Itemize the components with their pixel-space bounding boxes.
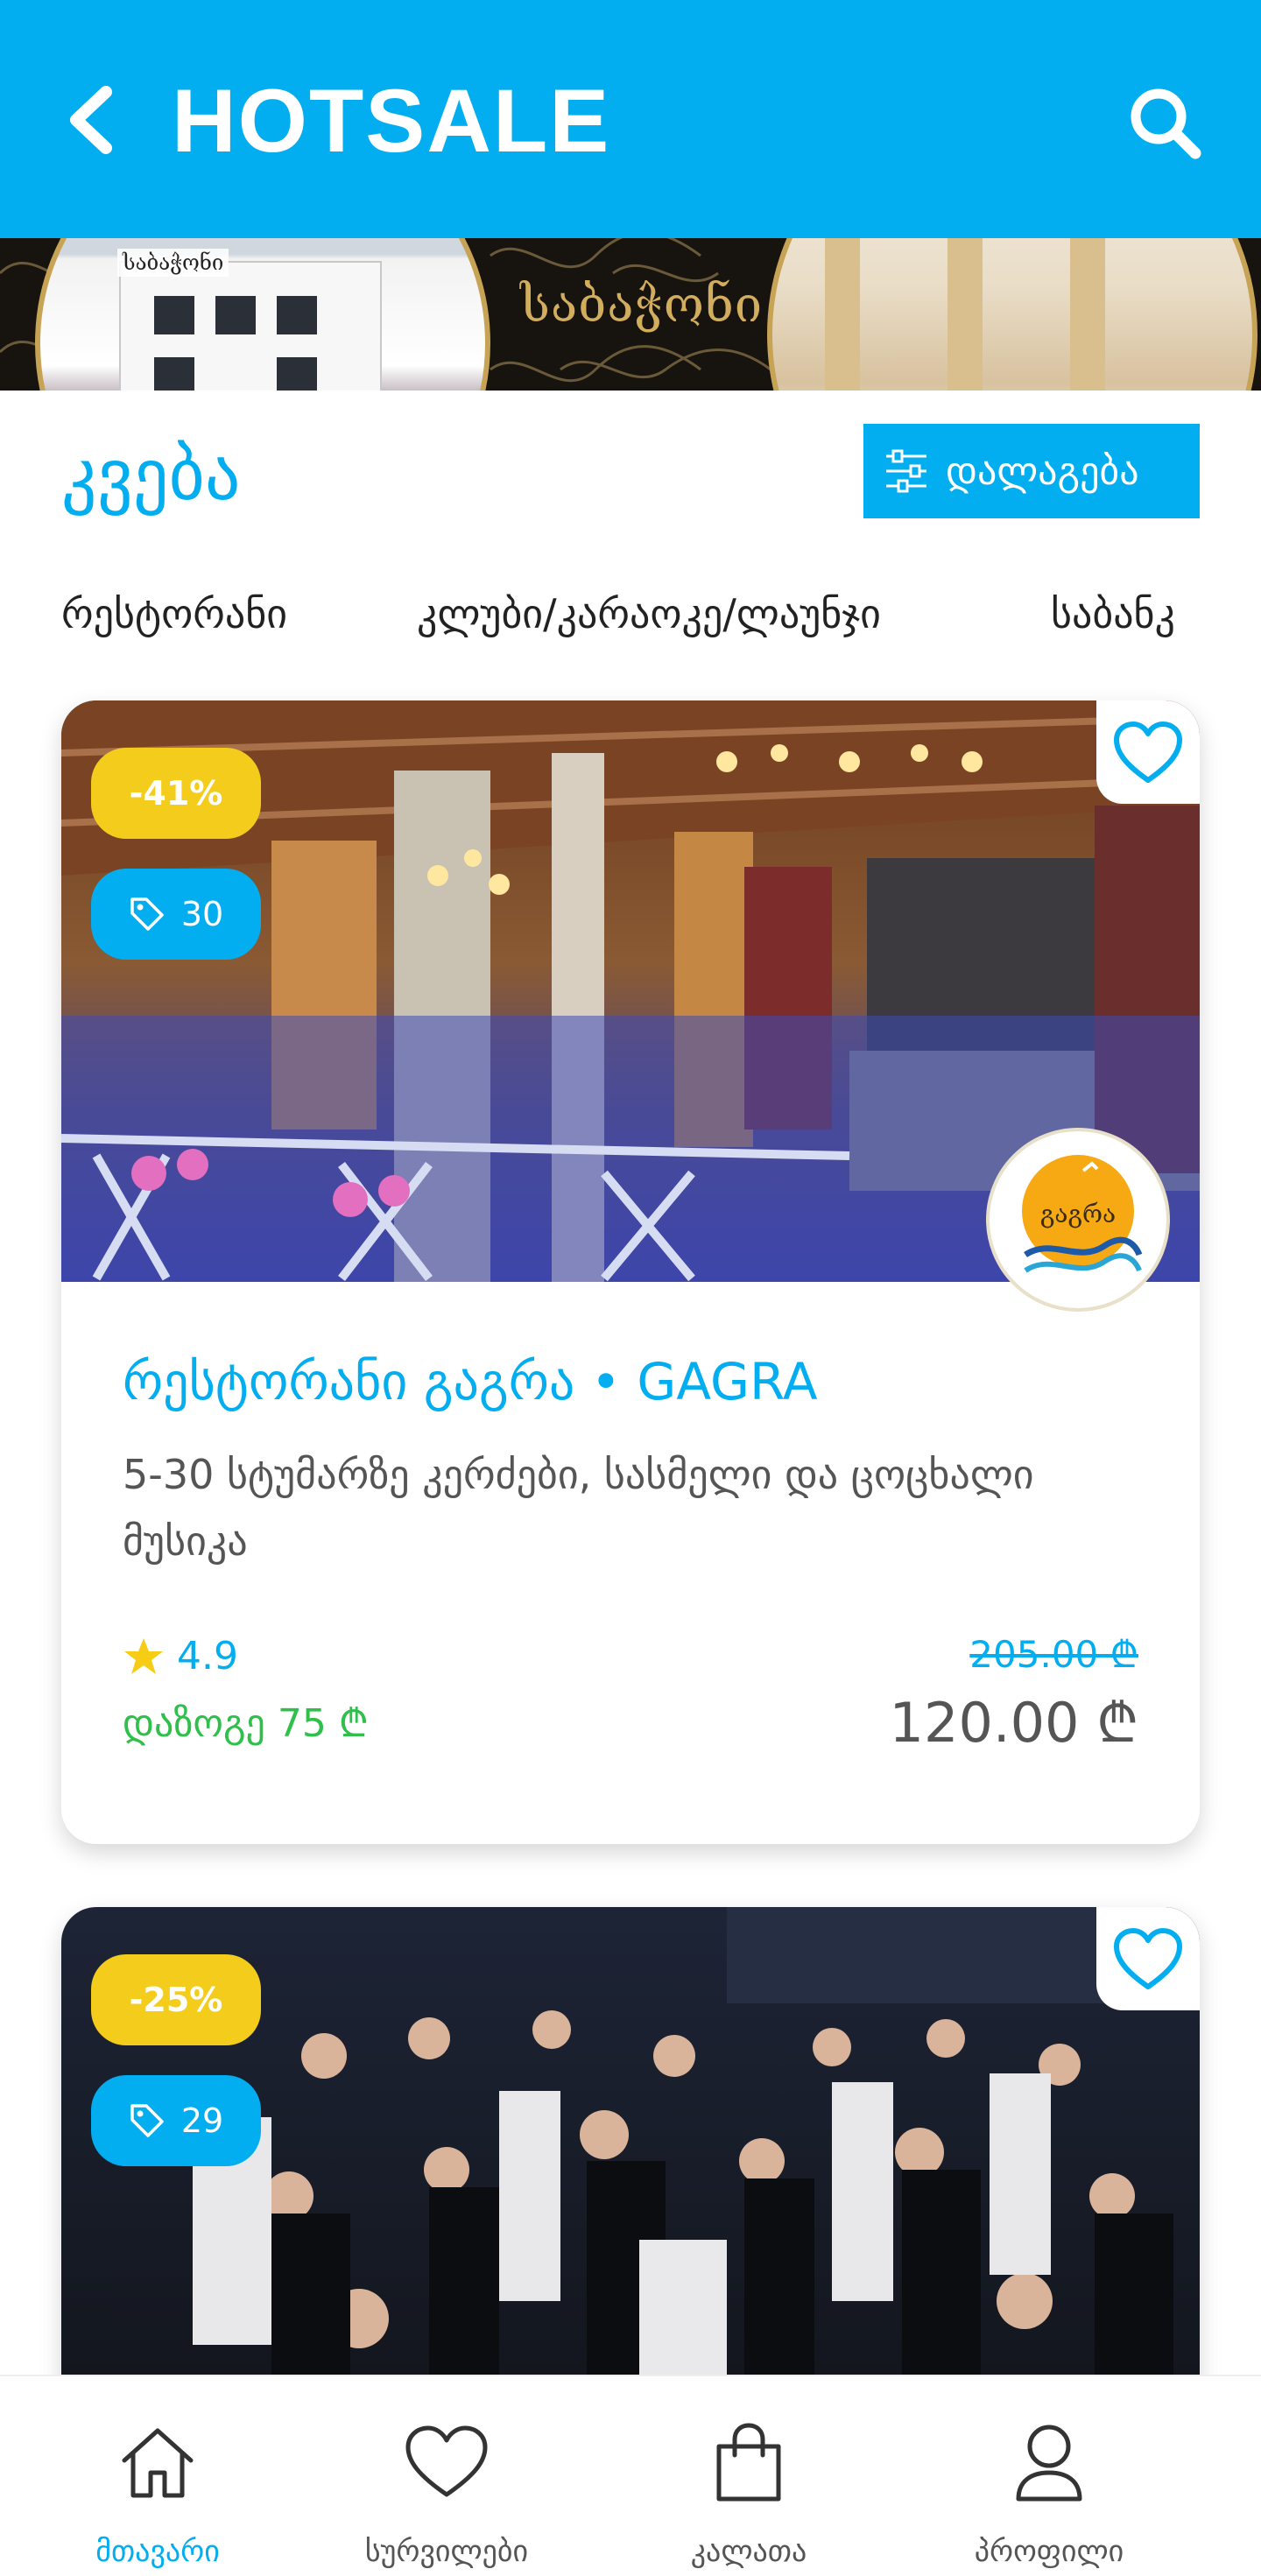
savings-text: დაზოგე 75 ₾ — [123, 1701, 369, 1746]
sliders-icon — [886, 449, 926, 493]
discount-badge: -25% — [91, 1954, 261, 2045]
restaurant-hall-photo — [767, 238, 1257, 391]
offer-card[interactable]: -41% 30 გაგრა რესტორანი გაგრა • GAGRA 5-… — [61, 700, 1200, 1844]
nav-cart-label: კალათა — [690, 2534, 807, 2569]
promo-banner[interactable]: საბაჭონი საბაჭონი — [0, 238, 1261, 391]
favorite-button[interactable] — [1096, 1907, 1200, 2010]
coupon-count-badge: 29 — [91, 2075, 261, 2166]
coupon-count: 29 — [180, 2101, 224, 2140]
banner-small-logo: საბაჭონი — [117, 249, 229, 277]
favorite-button[interactable] — [1096, 700, 1200, 804]
curtain — [825, 238, 860, 391]
nav-profile[interactable]: პროფილი — [891, 2376, 1207, 2576]
nav-profile-label: პროფილი — [974, 2534, 1124, 2569]
tab-club-karaoke-lounge[interactable]: კლუბი/კარაოკე/ლაუნჯი — [417, 583, 881, 644]
venue-logo: გაგრა — [986, 1128, 1170, 1312]
offer-title: რესტორანი გაგრა • GAGRA — [123, 1352, 818, 1411]
tab-restaurant[interactable]: რესტორანი — [61, 583, 287, 644]
restaurant-exterior-photo — [35, 238, 490, 391]
nav-wishlist-label: სურვილები — [364, 2534, 529, 2569]
window — [154, 357, 194, 391]
nav-home-label: მთავარი — [95, 2534, 220, 2569]
window — [154, 296, 194, 334]
app-screen: HOTSALE საბაჭონი საბაჭონი კვება დალაგება… — [0, 0, 1261, 2576]
coupon-count: 30 — [180, 895, 224, 933]
heart-icon — [403, 2418, 490, 2506]
window — [277, 357, 317, 391]
bottom-navigation: მთავარი სურვილები კალათა პროფილი — [0, 2375, 1261, 2576]
page-title: HOTSALE — [172, 71, 611, 171]
top-app-bar: HOTSALE — [0, 0, 1261, 238]
home-icon — [114, 2418, 201, 2506]
old-price: 205.00 ₾ — [969, 1633, 1138, 1676]
sort-label: დალაგება — [946, 448, 1139, 494]
star-icon — [124, 1637, 163, 1674]
discount-badge: -41% — [91, 748, 261, 839]
category-title: კვება — [61, 434, 241, 516]
search-icon — [1131, 88, 1201, 159]
offer-description: 5-30 სტუმარზე კერძები, სასმელი და ცოცხალ… — [123, 1451, 1034, 1565]
window — [215, 296, 256, 334]
curtain — [1070, 238, 1105, 391]
heart-icon — [1114, 1928, 1182, 1989]
rating-value: 4.9 — [177, 1634, 238, 1679]
category-tabs: რესტორანი კლუბი/კარაოკე/ლაუნჯი საბანკ — [61, 583, 1200, 644]
tag-icon — [130, 897, 164, 931]
search-button[interactable] — [1121, 81, 1208, 165]
curtain — [948, 238, 983, 391]
shopping-bag-icon — [705, 2418, 793, 2506]
back-button[interactable] — [61, 81, 123, 159]
venue-logo-text: გაგრა — [1039, 1200, 1117, 1228]
tab-banquet[interactable]: საბანკ — [1051, 583, 1175, 644]
heart-icon — [1114, 721, 1182, 783]
new-price: 120.00 ₾ — [889, 1691, 1138, 1755]
coupon-count-badge: 30 — [91, 869, 261, 960]
tag-icon — [130, 2104, 164, 2137]
rating: 4.9 — [123, 1634, 238, 1679]
window — [277, 296, 317, 334]
banner-logo: საბაჭონი — [520, 277, 764, 334]
nav-wishlist[interactable]: სურვილები — [289, 2376, 604, 2576]
chevron-left-icon — [70, 86, 112, 154]
sort-button[interactable]: დალაგება — [863, 424, 1200, 518]
nav-home[interactable]: მთავარი — [0, 2376, 315, 2576]
user-icon — [1005, 2418, 1093, 2506]
nav-cart[interactable]: კალათა — [591, 2376, 906, 2576]
